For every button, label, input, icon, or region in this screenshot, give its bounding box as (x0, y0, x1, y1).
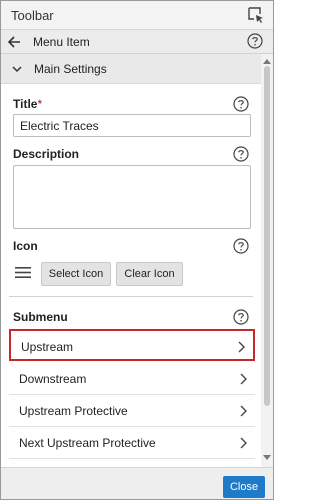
chevron-right-icon (240, 373, 247, 385)
chevron-right-icon (240, 437, 247, 449)
submenu-item-label: Next Upstream Protective (19, 436, 156, 450)
toolbar-panel: Toolbar Menu Item Main Settings Title* E… (0, 0, 274, 500)
clear-icon-button[interactable]: Clear Icon (116, 262, 183, 286)
section-header-main-settings[interactable]: Main Settings (1, 54, 273, 84)
scroll-down-arrow-icon[interactable] (263, 455, 271, 461)
section-title: Main Settings (34, 62, 107, 76)
settings-content: Title* Electric Traces Description Icon … (1, 84, 261, 467)
description-label: Description (13, 147, 80, 161)
scroll-up-arrow-icon[interactable] (263, 58, 271, 64)
submenu-item-label: Downstream (19, 372, 87, 386)
panel-title: Toolbar (11, 8, 54, 23)
submenu-item-upstream-protective[interactable]: Upstream Protective (9, 395, 255, 427)
title-label: Title* (13, 97, 43, 111)
panel-footer: Close (1, 467, 273, 499)
scrollbar-thumb[interactable] (264, 66, 270, 406)
help-icon[interactable] (247, 33, 263, 49)
description-textarea[interactable] (13, 165, 251, 229)
chevron-down-icon (12, 66, 22, 73)
select-element-icon[interactable] (247, 6, 265, 24)
back-arrow-icon[interactable] (6, 34, 22, 50)
submenu-item-downstream[interactable]: Downstream (9, 363, 255, 395)
icon-help-icon[interactable] (233, 238, 249, 254)
submenu-help-icon[interactable] (233, 309, 249, 325)
vertical-scrollbar[interactable] (261, 54, 273, 467)
panel-titlebar: Toolbar (1, 1, 273, 30)
icon-label: Icon (13, 239, 38, 253)
description-help-icon[interactable] (233, 146, 249, 162)
title-input[interactable]: Electric Traces (13, 114, 251, 137)
submenu-item-label: Upstream (21, 340, 74, 354)
select-icon-button[interactable]: Select Icon (41, 262, 111, 286)
chevron-right-icon (238, 341, 245, 353)
hamburger-icon (15, 267, 31, 278)
nav-bar: Menu Item (1, 30, 273, 54)
submenu-item-next-upstream-protective[interactable]: Next Upstream Protective (9, 427, 255, 459)
divider (9, 296, 253, 297)
title-help-icon[interactable] (233, 96, 249, 112)
nav-title: Menu Item (33, 35, 90, 49)
required-marker: * (37, 97, 43, 111)
chevron-right-icon (240, 405, 247, 417)
submenu-item-label: Upstream Protective (19, 404, 128, 418)
close-button[interactable]: Close (223, 476, 265, 498)
submenu-item-upstream[interactable]: Upstream (9, 329, 255, 361)
submenu-label: Submenu (13, 310, 68, 324)
